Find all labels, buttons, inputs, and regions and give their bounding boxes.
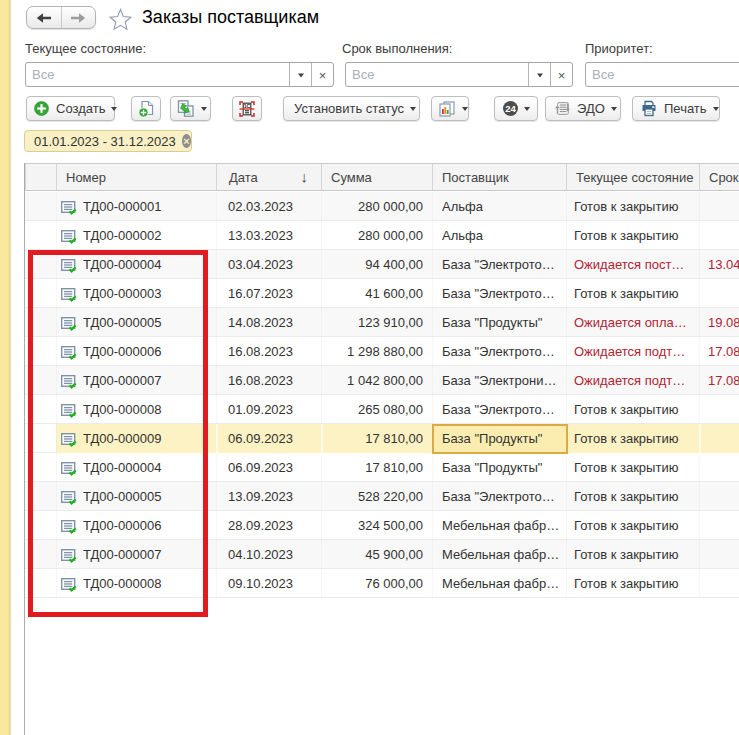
svg-text:1С: 1С (244, 103, 251, 109)
